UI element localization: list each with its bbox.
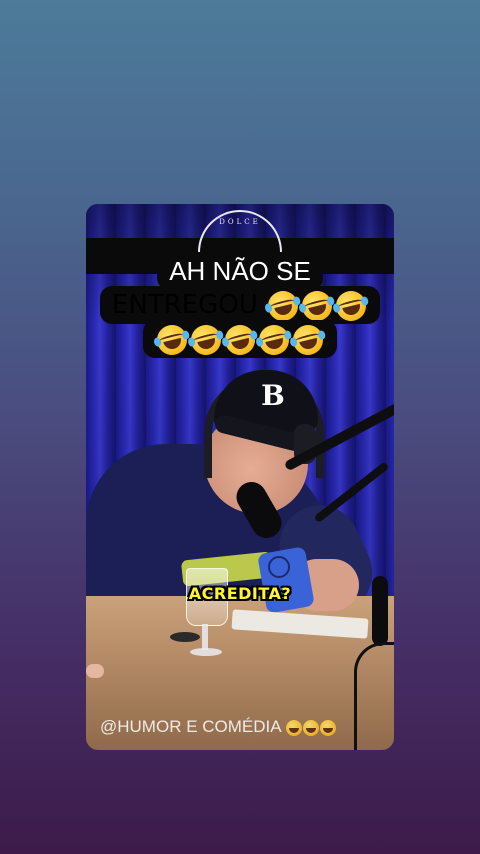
- caption-text-2: ENTREGOU: [111, 290, 258, 320]
- video-card[interactable]: DOLCE B AH NÃO SE ENTREGOU ACREDITA?: [86, 204, 394, 750]
- rolling-on-floor-laughing-icon: [289, 321, 327, 358]
- caption-line-3: [86, 320, 394, 358]
- rolling-on-floor-laughing-icon: [221, 321, 259, 358]
- rolling-on-floor-laughing-icon: [153, 321, 191, 358]
- caption-line-1: AH NÃO SE: [86, 252, 394, 290]
- cap-logo: B: [261, 379, 285, 412]
- caption-text-1: AH NÃO SE: [157, 252, 323, 290]
- watermark: @HUMOR E COMÉDIA: [100, 714, 380, 740]
- second-microphone: [372, 576, 388, 646]
- rolling-on-floor-laughing-icon: [264, 287, 302, 324]
- rolling-on-floor-laughing-icon: [187, 321, 225, 358]
- video-subtitle: ACREDITA?: [188, 584, 292, 603]
- watermark-text: @HUMOR E COMÉDIA: [100, 717, 281, 736]
- tears-of-joy-icon: [320, 719, 337, 736]
- rolling-on-floor-laughing-icon: [255, 321, 293, 358]
- tears-of-joy-icon: [303, 719, 320, 736]
- caption-line-2: ENTREGOU: [86, 286, 394, 324]
- smartphone: [257, 546, 315, 614]
- tears-of-joy-icon: [286, 719, 303, 736]
- rolling-on-floor-laughing-icon: [298, 287, 336, 324]
- rolling-on-floor-laughing-icon: [332, 287, 370, 324]
